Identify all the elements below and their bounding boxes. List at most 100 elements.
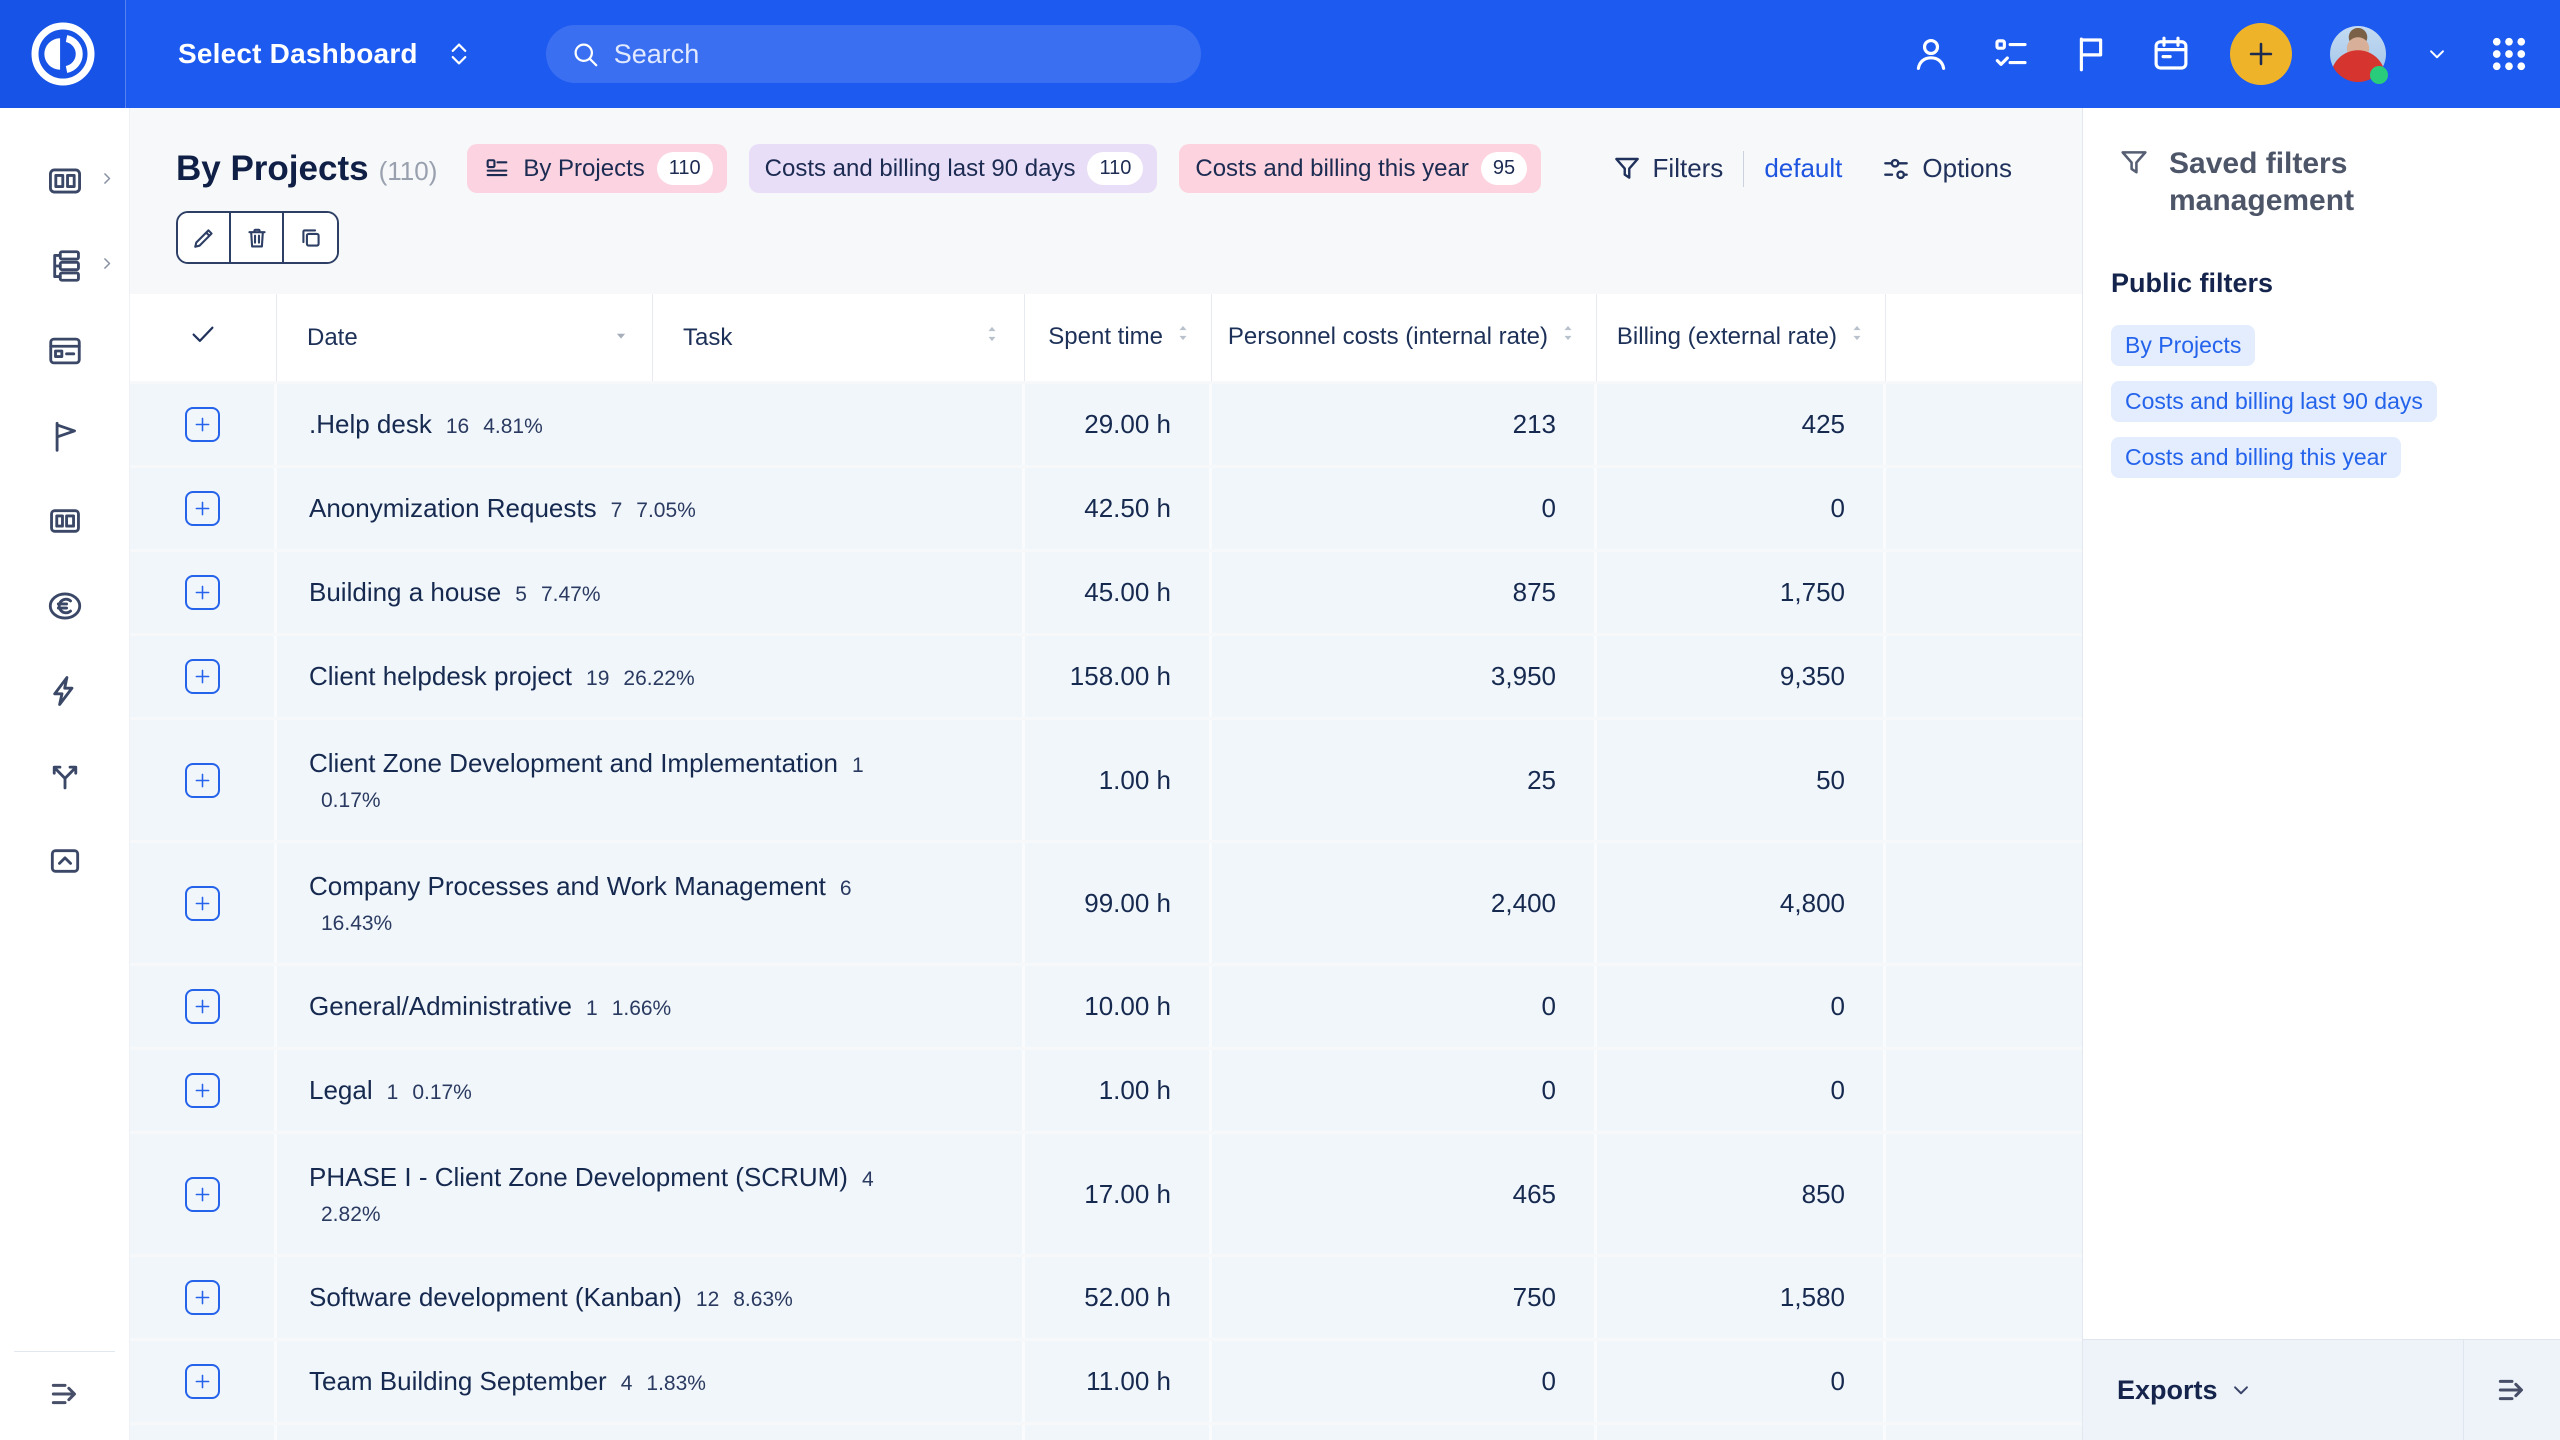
table-row[interactable]: Building a house57.47% 45.00 h 875 1,750 xyxy=(130,552,2082,633)
add-button[interactable] xyxy=(2230,23,2292,85)
sidebar-item-lightning[interactable] xyxy=(0,648,129,733)
expand-row-button[interactable] xyxy=(185,1073,220,1108)
select-all-header[interactable] xyxy=(130,294,277,381)
search-input[interactable] xyxy=(614,39,1177,70)
plus-icon xyxy=(192,893,213,914)
table-row[interactable]: Waterfall - Implementation of IS3422.74%… xyxy=(130,1425,2082,1440)
expand-row-button[interactable] xyxy=(185,659,220,694)
public-filter-chip[interactable]: Costs and billing last 90 days xyxy=(2111,381,2437,422)
lightning-icon xyxy=(46,672,84,710)
filter-chip-count: 95 xyxy=(1481,152,1527,185)
project-cell: Legal10.17% xyxy=(277,1050,1025,1131)
expand-row-button[interactable] xyxy=(185,491,220,526)
user-button[interactable] xyxy=(1910,33,1952,75)
expand-right-icon xyxy=(2492,1370,2532,1410)
copy-icon xyxy=(297,224,325,252)
filter-chip[interactable]: By Projects 110 xyxy=(467,144,726,193)
sidebar-item-euro[interactable] xyxy=(0,563,129,648)
topbar-actions xyxy=(1910,23,2560,85)
expand-row-button[interactable] xyxy=(185,763,220,798)
table-row[interactable]: .Help desk164.81% 29.00 h 213 425 xyxy=(130,384,2082,465)
expand-row-button[interactable] xyxy=(185,1364,220,1399)
table-row[interactable]: Client Zone Development and Implementati… xyxy=(130,720,2082,840)
plus-icon xyxy=(192,1287,213,1308)
personnel-costs-cell: 0 xyxy=(1212,1050,1597,1131)
tasks-button[interactable] xyxy=(1990,33,2032,75)
filter-chip[interactable]: Costs and billing last 90 days 110 xyxy=(749,144,1158,193)
expand-row-button[interactable] xyxy=(185,575,220,610)
view-list-icon xyxy=(483,155,511,183)
filter-chip[interactable]: Costs and billing this year 95 xyxy=(1179,144,1541,193)
trash-button[interactable] xyxy=(231,213,284,262)
flag-button[interactable] xyxy=(2070,33,2112,75)
empty-cell xyxy=(1886,1050,2082,1131)
column-header[interactable]: Billing (external rate) xyxy=(1597,294,1886,381)
exports-button[interactable]: Exports xyxy=(2117,1340,2254,1440)
table-row[interactable]: Company Processes and Work Management6 1… xyxy=(130,843,2082,963)
default-preset-link[interactable]: default xyxy=(1764,153,1842,184)
table-row[interactable]: PHASE I - Client Zone Development (SCRUM… xyxy=(130,1134,2082,1254)
sidebar-item-modules[interactable] xyxy=(0,478,129,563)
expand-row-button[interactable] xyxy=(185,1177,220,1212)
spent-time-cell: 42.50 h xyxy=(1025,468,1212,549)
calendar-icon xyxy=(2150,33,2192,75)
sidebar-item-tree[interactable] xyxy=(0,223,129,308)
percent-share: 26.22% xyxy=(623,667,694,691)
spent-time-cell: 45.00 h xyxy=(1025,552,1212,633)
filters-button[interactable]: Filters xyxy=(1611,153,1724,185)
table-row[interactable]: Software development (Kanban)128.63% 52.… xyxy=(130,1257,2082,1338)
table-body: .Help desk164.81% 29.00 h 213 425 Anonym… xyxy=(130,384,2082,1440)
sidebar-item-flag-pennant[interactable] xyxy=(0,393,129,478)
options-button[interactable]: Options xyxy=(1880,153,2012,185)
expand-row-button[interactable] xyxy=(185,989,220,1024)
filter-chip-label: Costs and billing last 90 days xyxy=(765,155,1076,183)
sidebar-item-box-arrow-up[interactable] xyxy=(0,818,129,903)
empty-cell xyxy=(1886,468,2082,549)
column-header[interactable]: Spent time xyxy=(1025,294,1212,381)
dashboard-selector[interactable]: Select Dashboard xyxy=(178,38,474,70)
column-header-label: Personnel costs (internal rate) xyxy=(1228,321,1548,353)
search-bar[interactable] xyxy=(546,25,1201,83)
plus-icon xyxy=(192,582,213,603)
billing-cell: 4,800 xyxy=(1597,843,1886,963)
sidebar-item-split-arrows[interactable] xyxy=(0,733,129,818)
project-name: Company Processes and Work Management xyxy=(309,871,826,902)
sidebar-item-browser[interactable] xyxy=(0,308,129,393)
sidebar-expand-button[interactable] xyxy=(45,1374,85,1414)
sidebar-item-dashboard[interactable] xyxy=(0,138,129,223)
table-row[interactable]: Team Building September41.83% 11.00 h 0 … xyxy=(130,1341,2082,1422)
empty-cell xyxy=(1886,552,2082,633)
table-row[interactable]: Client helpdesk project1926.22% 158.00 h… xyxy=(130,636,2082,717)
app-logo[interactable] xyxy=(0,0,126,108)
public-filters-heading: Public filters xyxy=(2111,268,2560,299)
billing-cell: 0 xyxy=(1597,1050,1886,1131)
task-count: 7 xyxy=(611,499,623,523)
public-filter-chip[interactable]: By Projects xyxy=(2111,325,2255,366)
table-row[interactable]: General/Administrative11.66% 10.00 h 0 0 xyxy=(130,966,2082,1047)
billing-cell: 9,350 xyxy=(1597,636,1886,717)
copy-button[interactable] xyxy=(284,213,337,262)
expand-row-button[interactable] xyxy=(185,407,220,442)
column-header[interactable]: Date xyxy=(277,294,653,381)
dashboard-icon xyxy=(46,162,84,200)
flag-pennant-icon xyxy=(46,417,84,455)
user-menu[interactable] xyxy=(2330,26,2386,82)
expand-row-button[interactable] xyxy=(185,886,220,921)
panel-footer: Exports xyxy=(2083,1339,2560,1440)
sort-arrows-icon xyxy=(1847,321,1867,353)
panel-collapse-button[interactable] xyxy=(2463,1340,2560,1440)
public-filter-chip[interactable]: Costs and billing this year xyxy=(2111,437,2401,478)
browser-icon xyxy=(46,332,84,370)
expand-row-button[interactable] xyxy=(185,1280,220,1315)
column-header[interactable]: Task xyxy=(653,294,1025,381)
project-cell: Anonymization Requests77.05% xyxy=(277,468,1025,549)
table-row[interactable]: Anonymization Requests77.05% 42.50 h 0 0 xyxy=(130,468,2082,549)
chevron-down-icon[interactable] xyxy=(2424,41,2450,67)
apps-grid-button[interactable] xyxy=(2488,33,2530,75)
panel-title: Saved filters management xyxy=(2169,146,2469,220)
percent-share: 2.82% xyxy=(321,1203,381,1227)
calendar-button[interactable] xyxy=(2150,33,2192,75)
column-header[interactable]: Personnel costs (internal rate) xyxy=(1212,294,1597,381)
table-row[interactable]: Legal10.17% 1.00 h 0 0 xyxy=(130,1050,2082,1131)
pencil-button[interactable] xyxy=(178,213,231,262)
